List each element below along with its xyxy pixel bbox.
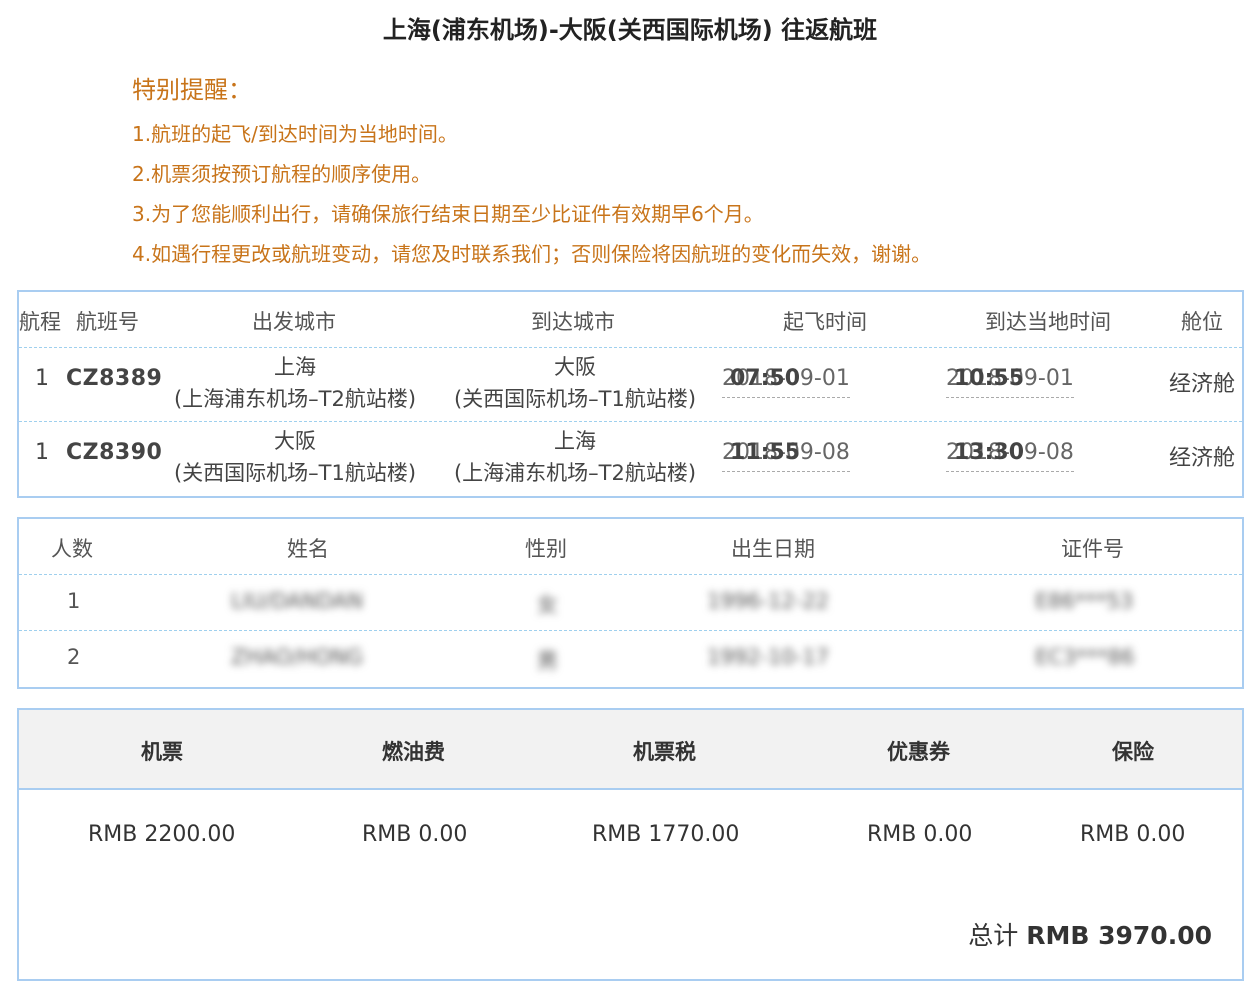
leg-number: 1 (35, 366, 49, 391)
coupon-price: RMB 0.00 (867, 822, 973, 847)
table-row: 1 CZ8390 大阪 (关西国际机场–T1航站楼) 上海 (上海浦东机场–T2… (19, 422, 1242, 496)
table-row: 2 ZHAO/HONG 男 1992-10-17 EC3***86 (19, 631, 1242, 687)
passenger-name: ZHAO/HONG (231, 645, 364, 669)
header-to-city: 到达城市 (531, 310, 615, 334)
flight-table-header: 航程 航班号 出发城市 到达城市 起飞时间 到达当地时间 舱位 (19, 292, 1242, 348)
header-cabin: 舱位 (1181, 310, 1223, 334)
passenger-gender: 男 (537, 649, 558, 673)
passenger-index: 1 (67, 589, 81, 613)
from-city-name: 上海 (274, 355, 316, 379)
header-count: 人数 (51, 537, 93, 561)
price-table-header: 机票 燃油费 机票税 优惠券 保险 (19, 710, 1242, 790)
from-airport: (上海浦东机场–T2航站楼) (173, 387, 417, 411)
to-city-name: 大阪 (554, 355, 596, 379)
cabin-class: 经济舱 (1169, 372, 1236, 397)
header-name: 姓名 (287, 537, 329, 561)
from-airport: (关西国际机场–T1航站楼) (173, 461, 417, 485)
header-id: 证件号 (1061, 537, 1124, 561)
to-city: 大阪 (关西国际机场–T1航站楼) (435, 350, 715, 414)
total-value: RMB 3970.00 (1026, 921, 1212, 950)
header-tax: 机票税 (633, 740, 696, 764)
flight-number: CZ8389 (66, 366, 163, 391)
passenger-gender: 女 (537, 593, 558, 617)
passenger-id: E86***53 (1035, 589, 1134, 613)
header-birth: 出生日期 (731, 537, 815, 561)
table-row: 1 CZ8389 上海 (上海浦东机场–T2航站楼) 大阪 (关西国际机场–T1… (19, 348, 1242, 422)
price-table: 机票 燃油费 机票税 优惠券 保险 RMB 2200.00 RMB 0.00 R… (17, 708, 1244, 981)
departure-clock: 11:55 (730, 440, 801, 465)
departure-clock: 07:50 (730, 366, 801, 391)
fuel-price: RMB 0.00 (362, 822, 468, 847)
flight-table: 航程 航班号 出发城市 到达城市 起飞时间 到达当地时间 舱位 1 CZ8389… (17, 290, 1244, 498)
to-city: 上海 (上海浦东机场–T2航站楼) (435, 424, 715, 488)
passenger-id: EC3***86 (1035, 645, 1135, 669)
total-label: 总计 (968, 921, 1019, 950)
notice-item: 3.为了您能顺利出行，请确保旅行结束日期至少比证件有效期早6个月。 (132, 202, 764, 226)
to-city-name: 上海 (554, 429, 596, 453)
from-city-name: 大阪 (274, 429, 316, 453)
notice-title: 特别提醒： (132, 76, 252, 104)
from-city: 上海 (上海浦东机场–T2航站楼) (155, 350, 435, 414)
header-leg: 航程 (19, 310, 61, 334)
from-city: 大阪 (关西国际机场–T1航站楼) (155, 424, 435, 488)
header-arr-time: 到达当地时间 (985, 310, 1111, 334)
header-gender: 性别 (525, 537, 567, 561)
table-row: 1 LIU/DANDAN 女 1996-12-22 E86***53 (19, 575, 1242, 631)
passenger-birth: 1996-12-22 (707, 589, 830, 613)
insurance-price: RMB 0.00 (1080, 822, 1186, 847)
notice-section: 特别提醒： 1.航班的起飞/到达时间为当地时间。 2.机票须按预订航程的顺序使用… (132, 70, 931, 281)
total-price: 总计 RMB 3970.00 (968, 916, 1212, 952)
notice-item: 1.航班的起飞/到达时间为当地时间。 (132, 122, 458, 146)
page-title: 上海(浦东机场)-大阪(关西国际机场) 往返航班 (382, 16, 878, 44)
to-airport: (上海浦东机场–T2航站楼) (453, 461, 697, 485)
header-from-city: 出发城市 (252, 310, 336, 334)
arrival-clock: 13:30 (954, 440, 1025, 465)
ticket-price: RMB 2200.00 (88, 822, 236, 847)
passenger-table-header: 人数 姓名 性别 出生日期 证件号 (19, 519, 1242, 575)
passenger-birth: 1992-10-17 (707, 645, 830, 669)
cabin-class: 经济舱 (1169, 446, 1236, 471)
arrival-clock: 10:55 (954, 366, 1025, 391)
tax-price: RMB 1770.00 (592, 822, 740, 847)
header-fuel: 燃油费 (382, 740, 445, 764)
notice-item: 2.机票须按预订航程的顺序使用。 (132, 162, 432, 186)
header-flight-no: 航班号 (76, 310, 139, 334)
passenger-name: LIU/DANDAN (231, 589, 364, 613)
header-ticket: 机票 (141, 740, 183, 764)
notice-item: 4.如遇行程更改或航班变动，请您及时联系我们；否则保险将因航班的变化而失效，谢谢… (132, 242, 932, 266)
header-dep-time: 起飞时间 (783, 310, 867, 334)
passenger-table: 人数 姓名 性别 出生日期 证件号 1 LIU/DANDAN 女 1996-12… (17, 517, 1244, 689)
header-coupon: 优惠券 (887, 740, 950, 764)
leg-number: 1 (35, 440, 49, 465)
header-insurance: 保险 (1112, 740, 1154, 764)
flight-number: CZ8390 (66, 440, 163, 465)
passenger-index: 2 (67, 645, 81, 669)
to-airport: (关西国际机场–T1航站楼) (453, 387, 697, 411)
